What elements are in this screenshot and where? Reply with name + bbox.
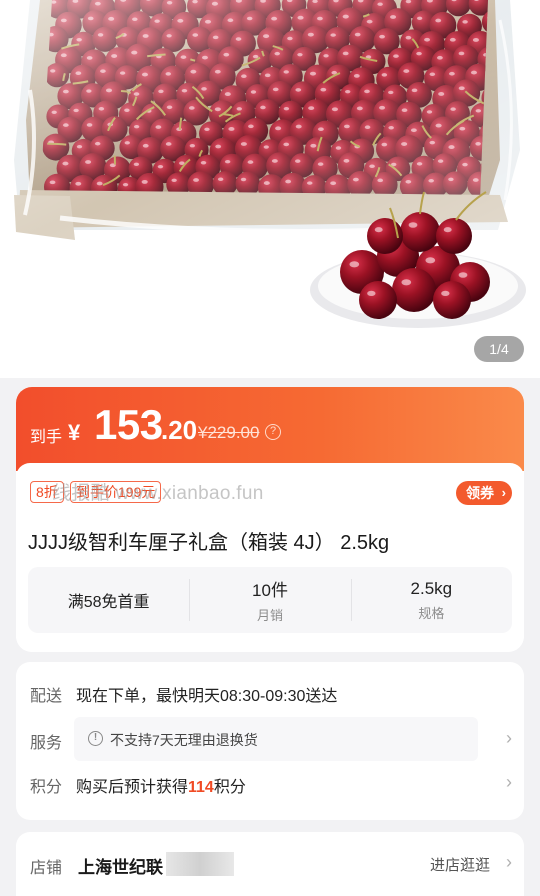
chevron-right-icon: ›	[506, 728, 512, 748]
sales-label: 月销	[256, 608, 283, 623]
price-card: 到手 ¥ 153 .20 ¥229.00 ? 8折 到手价199元 线报酷 ww…	[16, 387, 524, 652]
service-row[interactable]: 服务 ! 不支持7天无理由退换货 ›	[16, 717, 524, 761]
price-help-icon[interactable]: ?	[265, 424, 281, 440]
currency-symbol: ¥	[68, 420, 81, 445]
store-row[interactable]: 店铺 上海世纪联 进店逛逛 ›	[16, 832, 524, 896]
store-name: 上海世纪联	[78, 858, 163, 877]
cherry-box-photo	[4, 0, 534, 328]
redacted-store-name	[166, 852, 234, 876]
visit-store-link[interactable]: 进店逛逛	[430, 854, 490, 875]
chevron-right-icon: ›	[501, 485, 506, 500]
chevron-right-icon: ›	[506, 852, 512, 872]
service-notice: ! 不支持7天无理由退换货	[74, 717, 478, 761]
product-image-gallery[interactable]: 1/4	[0, 0, 540, 378]
spec-value: 2.5kg	[410, 578, 453, 598]
stat-spec[interactable]: 2.5kg 规格	[350, 567, 512, 633]
product-summary: 8折 到手价199元 线报酷 www.xianbao.fun 领券 › JJJJ…	[16, 463, 524, 652]
coupon-label: 领券	[466, 485, 494, 501]
price-banner: 到手 ¥ 153 .20 ¥229.00 ?	[16, 387, 524, 471]
store-label: 店铺	[30, 860, 63, 877]
alert-circle-icon: !	[88, 731, 103, 746]
points-value: 114	[188, 779, 214, 796]
delivery-service-card: 配送 现在下单，最快明天08:30-09:30送达 服务 ! 不支持7天无理由退…	[16, 662, 524, 820]
final-price-label: 到手	[30, 429, 63, 446]
points-row[interactable]: 积分 购买后预计获得114积分 ›	[16, 769, 524, 799]
price-integer: 153	[94, 401, 163, 448]
points-label: 积分	[30, 779, 63, 796]
image-counter: 1/4	[474, 336, 524, 362]
service-text: 不支持7天无理由退换货	[110, 732, 258, 748]
product-stats: 满58免首重 10件 月销 2.5kg 规格	[28, 567, 512, 633]
delivery-row: 配送 现在下单，最快明天08:30-09:30送达	[16, 678, 524, 708]
get-coupon-button[interactable]: 领券 ›	[456, 481, 512, 505]
price-decimal: .20	[161, 415, 198, 445]
chevron-right-icon: ›	[506, 772, 512, 792]
points-text: 购买后预计获得114积分	[76, 773, 246, 797]
points-prefix: 购买后预计获得	[76, 779, 189, 796]
points-suffix: 积分	[213, 779, 246, 796]
original-price: ¥229.00	[198, 423, 260, 442]
spec-label: 规格	[418, 605, 445, 621]
delivery-text: 现在下单，最快明天08:30-09:30送达	[76, 688, 338, 705]
delivery-label: 配送	[30, 688, 63, 705]
watermark-text: 线报酷 www.xianbao.fun	[52, 483, 264, 504]
stat-shipping: 满58免首重	[28, 567, 189, 633]
stat-monthly-sales: 10件 月销	[189, 567, 350, 633]
service-label: 服务	[30, 735, 63, 752]
product-title: JJJJ级智利车厘子礼盒（箱装 4J） 2.5kg	[28, 532, 390, 554]
shipping-info: 满58免首重	[67, 594, 150, 611]
sales-value: 10件	[252, 581, 288, 600]
